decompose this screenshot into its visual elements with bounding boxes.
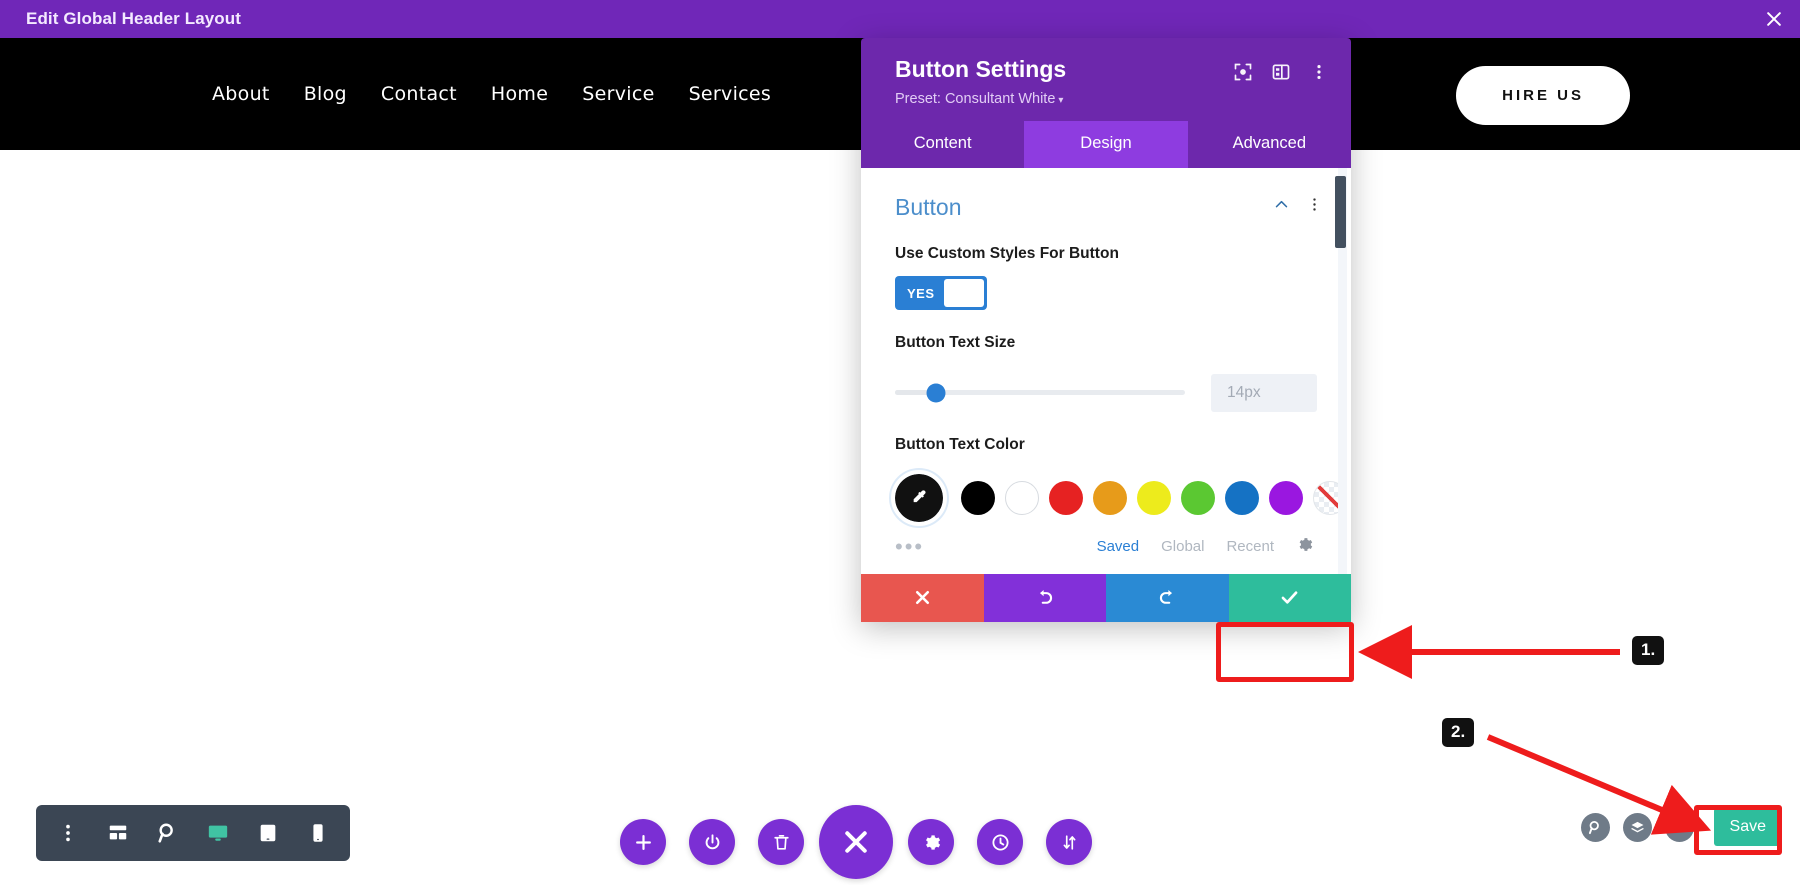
preset-selector[interactable]: Preset: Consultant White ▾ (895, 91, 1066, 107)
chevron-down-icon: ▾ (1058, 94, 1064, 106)
save-settings-button[interactable] (1228, 573, 1351, 622)
add-section-button[interactable] (620, 819, 666, 865)
redo-button[interactable] (1106, 573, 1229, 622)
field-button-text-color: Button Text Color ••• Saved Global Recen… (861, 412, 1351, 558)
sort-arrows-icon[interactable] (1046, 819, 1092, 865)
history-clock-icon[interactable] (977, 819, 1023, 865)
close-builder-button[interactable] (819, 805, 893, 879)
palette-tab-recent[interactable]: Recent (1226, 538, 1274, 555)
chevron-up-icon[interactable] (1273, 196, 1290, 218)
text-size-slider[interactable] (895, 383, 1185, 403)
desktop-icon[interactable] (196, 811, 240, 855)
gear-icon[interactable] (1296, 536, 1313, 558)
section-header-button: Button (861, 168, 1351, 221)
annotation-badge-2: 2. (1442, 718, 1475, 747)
power-button[interactable] (689, 819, 735, 865)
toggle-knob (943, 279, 984, 308)
cancel-button[interactable] (861, 573, 984, 622)
undo-button[interactable] (983, 573, 1106, 622)
preset-label: Preset: Consultant White (895, 90, 1056, 107)
layers-icon[interactable] (1622, 812, 1652, 842)
modal-tabs: Content Design Advanced (861, 120, 1351, 168)
zoom-icon[interactable] (146, 811, 190, 855)
toggle-use-custom-styles[interactable]: YES (895, 276, 987, 311)
hire-us-button[interactable]: HIRE US (1456, 66, 1630, 125)
tab-content[interactable]: Content (861, 121, 1024, 168)
swatch-red[interactable] (1049, 480, 1083, 515)
nav-item-blog[interactable]: Blog (304, 83, 347, 105)
more-colors-icon[interactable]: ••• (895, 535, 924, 557)
slider-knob[interactable] (926, 383, 946, 403)
wireframe-icon[interactable] (96, 811, 140, 855)
nav-item-home[interactable]: Home (491, 83, 548, 105)
section-actions (1273, 196, 1323, 218)
builder-view-toolbar (36, 805, 350, 861)
field-use-custom-styles: Use Custom Styles For Button YES (861, 221, 1351, 311)
swatch-orange[interactable] (1093, 480, 1127, 515)
save-layout-button[interactable]: Save (1713, 808, 1782, 846)
toggle-value-label: YES (907, 285, 935, 301)
annotation-badge-1: 1. (1632, 636, 1665, 665)
nav-item-services[interactable]: Services (689, 83, 772, 105)
nav-item-service[interactable]: Service (582, 83, 654, 105)
global-edit-topbar: Edit Global Header Layout (0, 0, 1800, 38)
modal-title: Button Settings (895, 56, 1067, 82)
close-icon[interactable] (1748, 0, 1800, 38)
help-glyph: ? (1674, 818, 1684, 836)
swatch-black[interactable] (961, 480, 995, 515)
swatch-blue[interactable] (1225, 480, 1259, 515)
modal-header-icons (1233, 56, 1329, 82)
section-title: Button (895, 193, 962, 220)
modal-scrollbar-thumb[interactable] (1335, 175, 1346, 248)
tab-design[interactable]: Design (1024, 120, 1188, 168)
color-swatch-row (891, 469, 1347, 526)
phone-icon[interactable] (296, 811, 340, 855)
swatch-yellow[interactable] (1137, 480, 1171, 515)
slider-row-text-size: 14px (895, 373, 1317, 412)
focus-target-icon[interactable] (1233, 62, 1253, 82)
help-icon[interactable]: ? (1664, 812, 1694, 842)
layout-panel-icon[interactable] (1271, 62, 1291, 82)
swatch-white[interactable] (1005, 480, 1039, 515)
gear-icon[interactable] (908, 819, 954, 865)
divi-builder-screen: Edit Global Header Layout About Blog Con… (0, 0, 1800, 885)
palette-tabs: Saved Global Recent (1097, 536, 1313, 558)
builder-main-toolbar (620, 805, 1092, 879)
field-label-button-text-size: Button Text Size (895, 334, 1016, 352)
nav-item-contact[interactable]: Contact (381, 83, 457, 105)
more-vertical-icon[interactable] (1309, 62, 1329, 82)
field-label-use-custom-styles: Use Custom Styles For Button (895, 244, 1119, 262)
swatch-purple[interactable] (1269, 480, 1303, 515)
nav-item-about[interactable]: About (212, 83, 270, 105)
section-more-vertical-icon[interactable] (1306, 196, 1323, 218)
palette-tab-saved[interactable]: Saved (1097, 538, 1140, 555)
button-settings-modal: Button Settings Preset: Consultant White… (861, 38, 1351, 622)
field-button-text-size: Button Text Size 14px (861, 310, 1351, 412)
modal-action-bar (861, 573, 1351, 622)
eyedropper-icon[interactable] (891, 469, 947, 526)
swatch-green[interactable] (1181, 480, 1215, 515)
color-palette-footer: ••• Saved Global Recent (895, 535, 1317, 558)
modal-body: Button Use Custom Styles For Button YES (861, 167, 1351, 574)
builder-utility-toolbar: ? Save (1580, 808, 1782, 846)
primary-nav: About Blog Contact Home Service Services (212, 83, 771, 105)
search-icon[interactable] (1580, 812, 1610, 842)
field-label-button-text-color: Button Text Color (895, 435, 1025, 453)
palette-tab-global[interactable]: Global (1161, 538, 1204, 555)
tablet-icon[interactable] (246, 811, 290, 855)
trash-icon[interactable] (758, 819, 804, 865)
text-size-input[interactable]: 14px (1211, 373, 1317, 412)
more-vertical-icon[interactable] (46, 811, 90, 855)
page-title: Edit Global Header Layout (26, 9, 242, 28)
modal-header: Button Settings Preset: Consultant White… (861, 38, 1351, 121)
tab-advanced[interactable]: Advanced (1188, 121, 1351, 168)
